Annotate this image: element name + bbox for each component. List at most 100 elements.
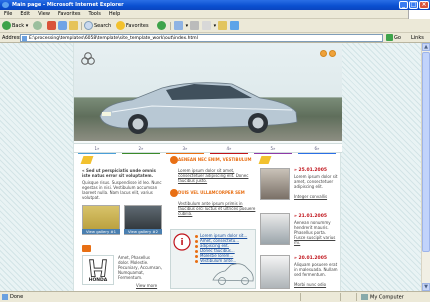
go-button[interactable]: Go xyxy=(386,34,408,42)
search-icon xyxy=(84,21,93,30)
mail-button[interactable]: ▾ xyxy=(174,21,188,31)
middle-heading-2: DUIS VEL ULLAMCORPER SEM xyxy=(178,190,245,195)
maximize-button[interactable]: □ xyxy=(409,1,418,9)
site-logo-icon[interactable] xyxy=(80,51,96,65)
stop-icon xyxy=(47,21,56,30)
orange-dot-icon-2 xyxy=(170,189,178,197)
site-nav: 1» 2» 3» 4» 5» 6» xyxy=(74,143,342,154)
home-button[interactable] xyxy=(69,21,79,31)
gallery-1-link[interactable]: View gallery #1 xyxy=(82,229,120,234)
print-button[interactable] xyxy=(190,21,200,31)
info-icon: i xyxy=(173,233,191,251)
site-header xyxy=(74,43,342,143)
news-image-1[interactable] xyxy=(260,168,290,200)
forward-button[interactable] xyxy=(33,21,43,31)
menu-bar: File Edit View Favorites Tools Help xyxy=(0,10,430,19)
edit-button[interactable]: ▾ xyxy=(202,21,216,31)
nav-tab-4[interactable]: 4» xyxy=(208,145,250,154)
nav-tab-3[interactable]: 3» xyxy=(164,145,206,154)
window-title: Main page - Microsoft Internet Explorer xyxy=(12,2,124,8)
pencil-icon xyxy=(80,156,94,164)
window-titlebar[interactable]: Main page - Microsoft Internet Explorer … xyxy=(0,0,430,10)
svg-text:i: i xyxy=(180,238,183,248)
left-intro: « Sed ut perspiciatis unde omnis iste na… xyxy=(82,168,156,178)
brand-text: Amet, Phasellus dolor. Molestie. Pecunia… xyxy=(118,255,162,280)
middle-text-2[interactable]: Vestibulum ante ipsum primis in faucibus… xyxy=(178,201,256,216)
history-icon xyxy=(157,21,166,30)
honda-logo[interactable]: HONDA xyxy=(82,255,114,285)
home-circle-icon[interactable] xyxy=(320,50,327,57)
news-link-2[interactable]: Fusce suscipit varius mi. xyxy=(294,235,340,245)
home-icon xyxy=(69,21,78,30)
orange-dot-icon xyxy=(170,156,178,164)
menu-tools[interactable]: Tools xyxy=(85,10,105,19)
scroll-up-button[interactable]: ▲ xyxy=(422,43,430,51)
status-bar: Done My Computer xyxy=(0,291,430,302)
stop-button[interactable] xyxy=(47,21,57,31)
news-text-3: Aliquam posuere erat in malesuada. Nulla… xyxy=(294,262,338,277)
folder-icon xyxy=(218,21,227,30)
close-button[interactable]: × xyxy=(419,1,429,9)
news-link-3[interactable]: Morbi nunc odio xyxy=(294,282,340,287)
go-label: Go xyxy=(394,35,401,41)
gallery-2-link[interactable]: View gallery #2 xyxy=(124,229,162,234)
car-sketch-image xyxy=(212,263,254,285)
star-icon xyxy=(116,21,125,30)
news-date-3: » 20.01.2005 xyxy=(294,256,327,261)
middle-heading-1: AENEAN NEC ENIM, VESTIBULUM xyxy=(178,157,252,162)
status-text: Done xyxy=(10,294,24,300)
vertical-scrollbar[interactable]: ▲ ▼ xyxy=(421,43,430,291)
scroll-down-button[interactable]: ▼ xyxy=(422,283,430,291)
links-panel: i Lorem ipsum dolor sit... Amet, consect… xyxy=(170,229,256,289)
car-image xyxy=(99,82,298,134)
menu-favorites[interactable]: Favorites xyxy=(54,10,85,19)
news-image-3[interactable] xyxy=(260,255,290,289)
news-date-2: » 21.01.2005 xyxy=(294,214,327,219)
security-zone: My Computer xyxy=(361,294,404,302)
tag-icon xyxy=(82,245,91,252)
middle-text-1[interactable]: Lorem ipsum dolor sit amet, consectetuer… xyxy=(178,168,256,183)
scroll-thumb[interactable] xyxy=(422,52,430,252)
address-bar: Address E:\processing\templates\6058\tem… xyxy=(0,33,430,43)
address-input[interactable]: E:\processing\templates\6058\template\si… xyxy=(20,34,383,42)
nav-tab-5[interactable]: 5» xyxy=(252,145,294,154)
links-list: Lorem ipsum dolor sit... Amet, consectet… xyxy=(195,233,255,263)
page-icon xyxy=(22,36,27,41)
toolbar: Back ▾ Search Favorites ▾ ▾ xyxy=(0,19,430,33)
refresh-button[interactable] xyxy=(58,21,68,31)
forward-arrow-icon xyxy=(33,21,42,30)
nav-tab-1[interactable]: 1» xyxy=(76,145,118,154)
pencil-icon-2 xyxy=(258,156,272,164)
menu-file[interactable]: File xyxy=(0,10,16,19)
nav-tab-2[interactable]: 2» xyxy=(120,145,162,154)
links-button[interactable]: Links xyxy=(411,34,424,42)
windows-logo-icon xyxy=(408,10,430,19)
messenger-button[interactable] xyxy=(230,21,240,31)
menu-edit[interactable]: Edit xyxy=(16,10,34,19)
ie-icon xyxy=(2,2,9,8)
back-label: Back xyxy=(12,23,25,29)
discuss-button[interactable] xyxy=(218,21,228,31)
menu-help[interactable]: Help xyxy=(105,10,124,19)
news-text-2: Aenean nonummy hendrerit mauris. Phasell… xyxy=(294,220,331,235)
news-text-1: Lorem ipsum dolor sit amet, consectetuer… xyxy=(294,174,338,189)
print-icon xyxy=(190,21,199,30)
mail-circle-icon[interactable] xyxy=(329,50,336,57)
my-computer-icon xyxy=(361,294,368,300)
back-arrow-icon xyxy=(2,21,11,30)
messenger-icon xyxy=(230,21,239,30)
favorites-button[interactable]: Favorites xyxy=(116,21,149,31)
minimize-button[interactable]: _ xyxy=(399,1,408,9)
menu-view[interactable]: View xyxy=(34,10,54,19)
back-button[interactable]: Back ▾ xyxy=(2,21,28,31)
news-date-1: » 25.01.2005 xyxy=(294,168,327,173)
news-image-2[interactable] xyxy=(260,213,290,245)
site-page: 1» 2» 3» 4» 5» 6» « Sed ut perspiciatis … xyxy=(73,43,342,291)
view-more-link[interactable]: View more xyxy=(136,283,164,288)
nav-tab-6[interactable]: 6» xyxy=(296,145,338,154)
edit-icon xyxy=(202,21,211,30)
search-label: Search xyxy=(94,23,112,29)
news-link-1[interactable]: Integer convallis xyxy=(294,194,340,199)
search-button[interactable]: Search xyxy=(84,21,111,31)
history-button[interactable] xyxy=(157,21,167,31)
